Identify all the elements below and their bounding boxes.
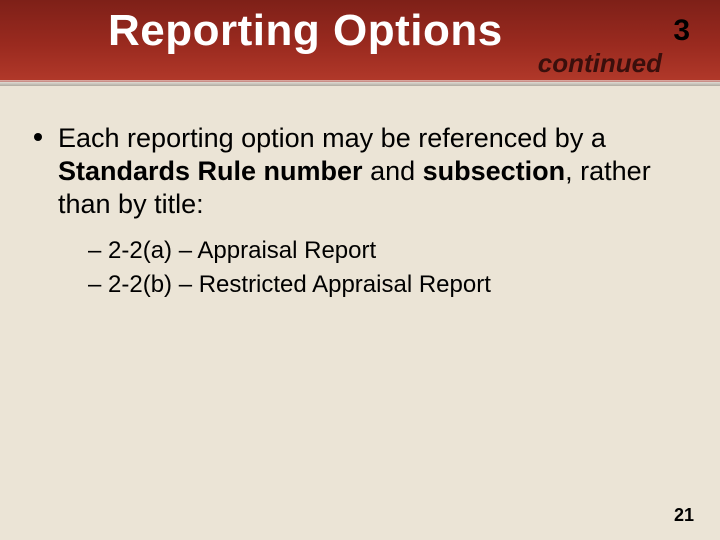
continued-label: continued bbox=[538, 48, 662, 79]
sub-bullet-list: – 2-2(a) – Appraisal Report – 2-2(b) – R… bbox=[28, 235, 692, 302]
sub-bullet-a: – 2-2(a) – Appraisal Report bbox=[88, 235, 692, 267]
bullet-item: Each reporting option may be referenced … bbox=[28, 122, 692, 221]
sub-bullet-b: – 2-2(b) – Restricted Appraisal Report bbox=[88, 269, 692, 301]
bullet-text-bold1: Standards Rule number bbox=[58, 156, 363, 186]
section-number: 3 bbox=[673, 14, 690, 48]
bullet-text-bold2: subsection bbox=[423, 156, 566, 186]
bullet-text-mid: and bbox=[363, 156, 423, 186]
bullet-text-lead: Each reporting option may be referenced … bbox=[58, 123, 606, 153]
bullet-icon bbox=[34, 133, 42, 141]
slide-body: Each reporting option may be referenced … bbox=[0, 82, 720, 302]
slide-header: Reporting Options 3 continued bbox=[0, 0, 720, 82]
slide-title: Reporting Options bbox=[108, 6, 503, 56]
header-divider bbox=[0, 80, 720, 86]
page-number: 21 bbox=[674, 505, 694, 526]
